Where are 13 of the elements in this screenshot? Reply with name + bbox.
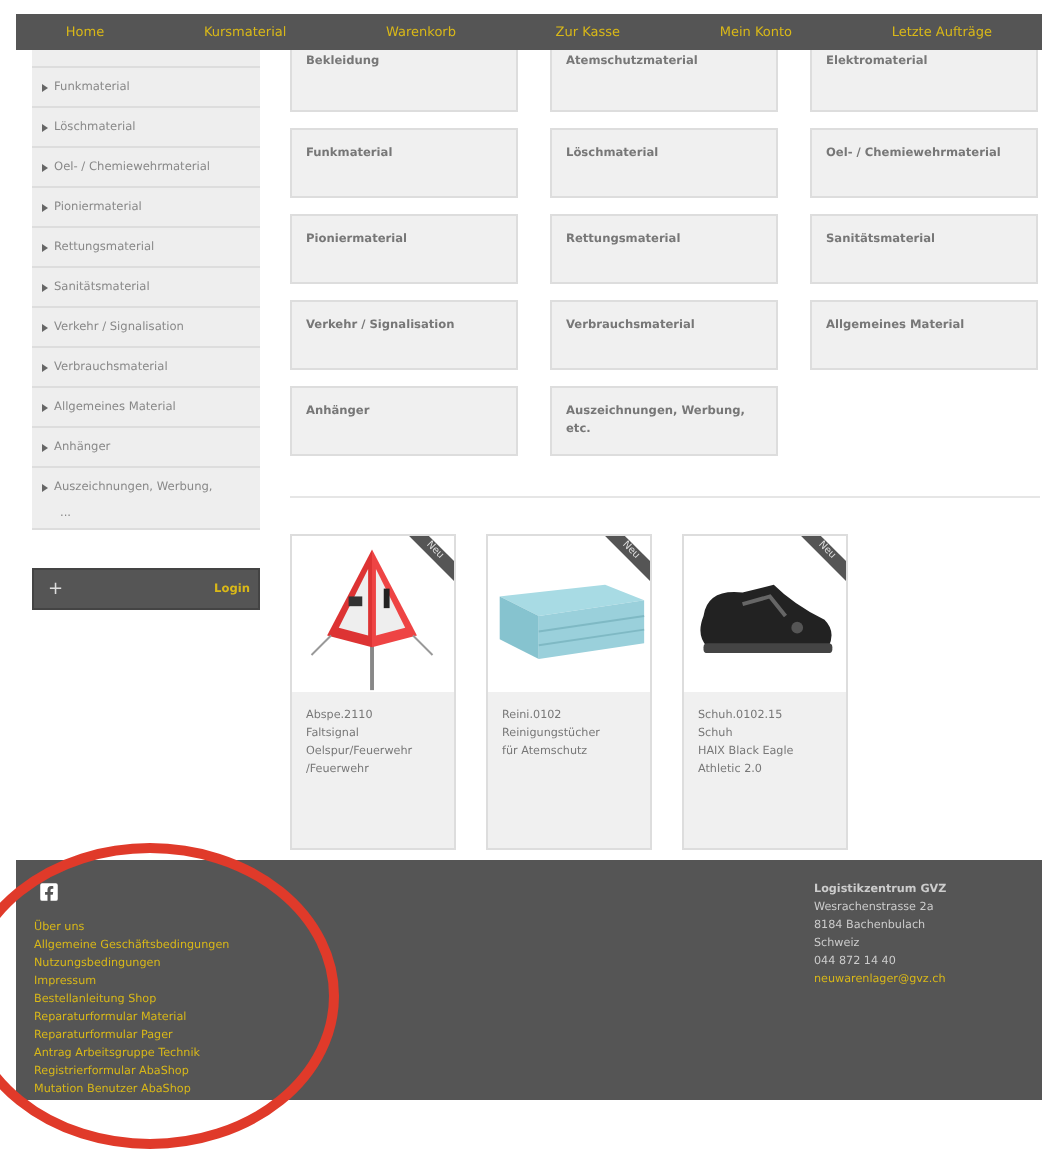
caret-icon bbox=[42, 363, 48, 371]
caret-icon bbox=[42, 83, 48, 91]
caret-icon bbox=[42, 163, 48, 171]
caret-icon bbox=[42, 403, 48, 411]
caret-icon bbox=[42, 283, 48, 291]
caret-icon bbox=[42, 443, 48, 451]
facebook-icon[interactable] bbox=[34, 882, 64, 902]
caret-icon bbox=[42, 123, 48, 131]
caret-icon bbox=[42, 203, 48, 211]
caret-icon bbox=[42, 484, 48, 492]
plus-icon[interactable]: + bbox=[48, 579, 64, 599]
caret-icon bbox=[42, 243, 48, 251]
caret-icon bbox=[42, 323, 48, 331]
